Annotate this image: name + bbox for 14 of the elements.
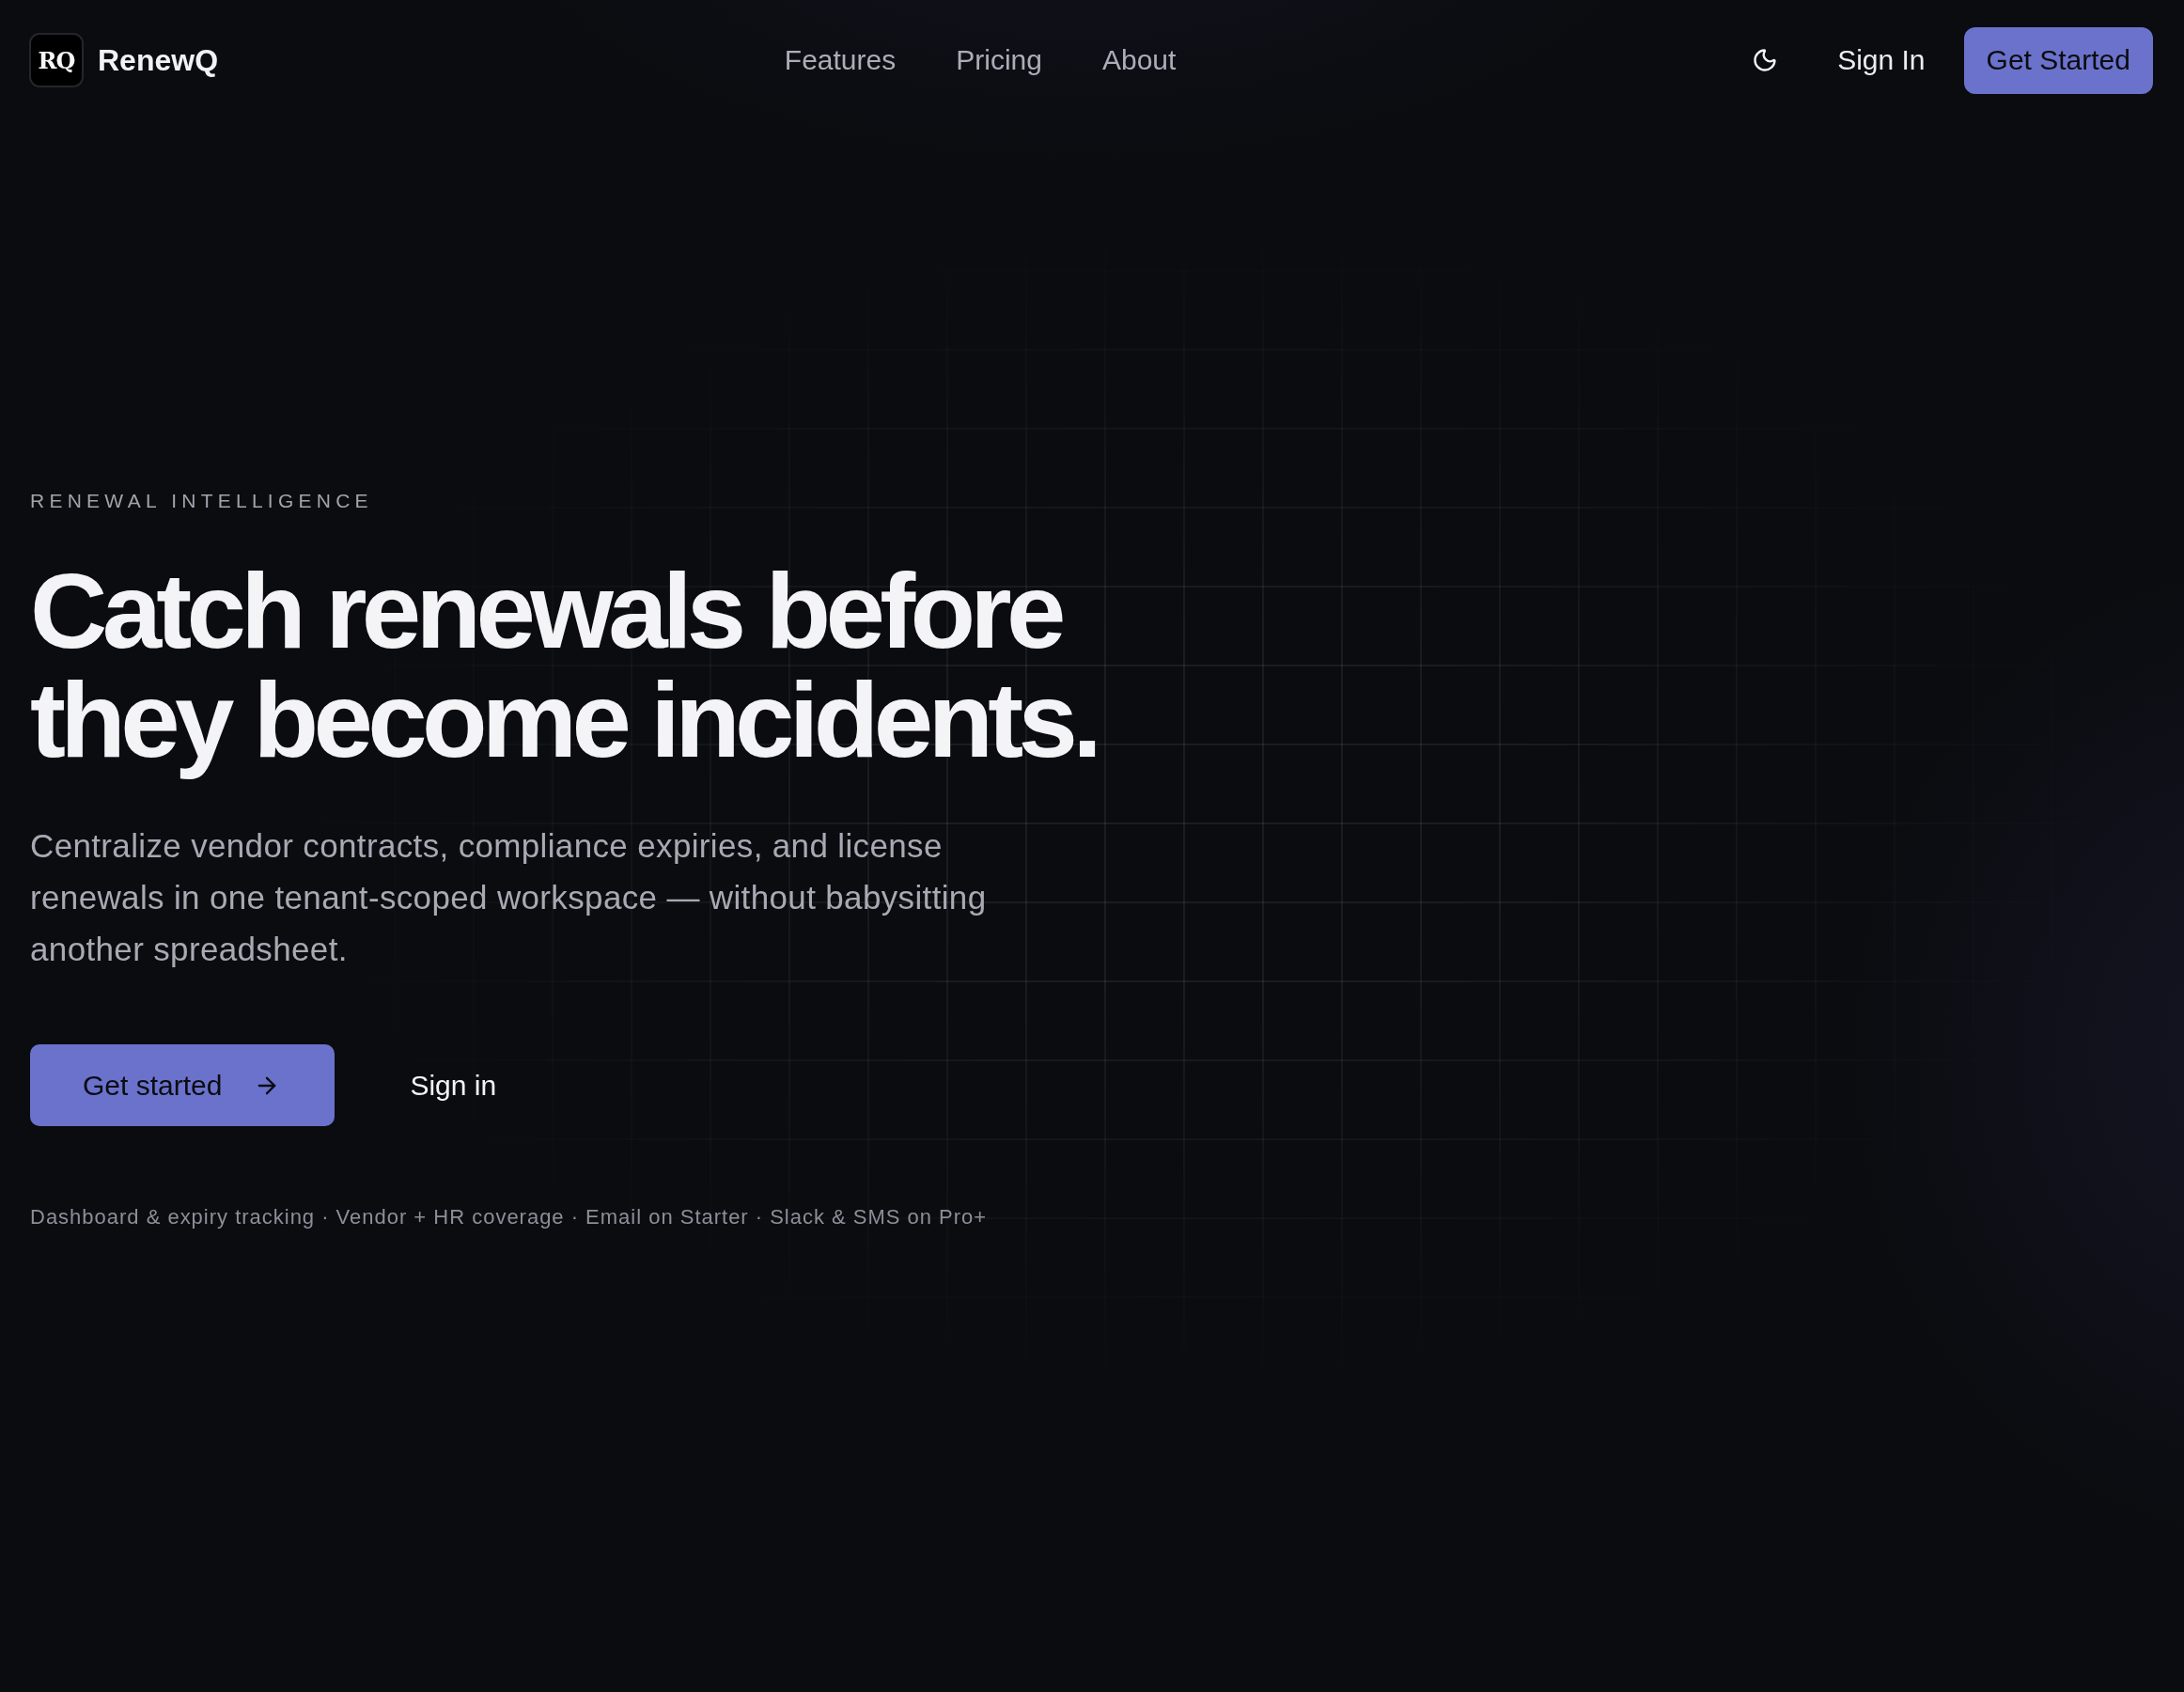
sign-in-button[interactable]: Sign in	[387, 1044, 520, 1126]
eyebrow-label: RENEWAL INTELLIGENCE	[30, 489, 373, 512]
nav-link[interactable]: Pricing	[956, 43, 1042, 77]
brand-name: RenewQ	[98, 42, 219, 78]
hero-headline: Catch renewals before they become incidents.	[30, 550, 1099, 781]
logo-monogram: RQ	[29, 33, 84, 87]
get-started-button[interactable]: Get Started	[1963, 26, 2153, 94]
nav-link[interactable]: About	[1101, 43, 1177, 77]
get-started-button[interactable]: Get started	[30, 1044, 335, 1126]
hero-subtitle: Centralize vendor contracts, compliance expiries, and license renewals in one tenant-scoped workspace — without babysitting another spreadsheet.	[30, 826, 988, 969]
feature-highlights: Dashboard & expiry tracking · Vendor + HR coverage · Email on Starter · Slack & SMS on Pro+	[30, 1204, 988, 1230]
nav-link[interactable]: Features	[784, 43, 897, 77]
sign-in-button[interactable]: Sign In	[1822, 35, 1941, 86]
moon-icon	[1752, 47, 1779, 73]
